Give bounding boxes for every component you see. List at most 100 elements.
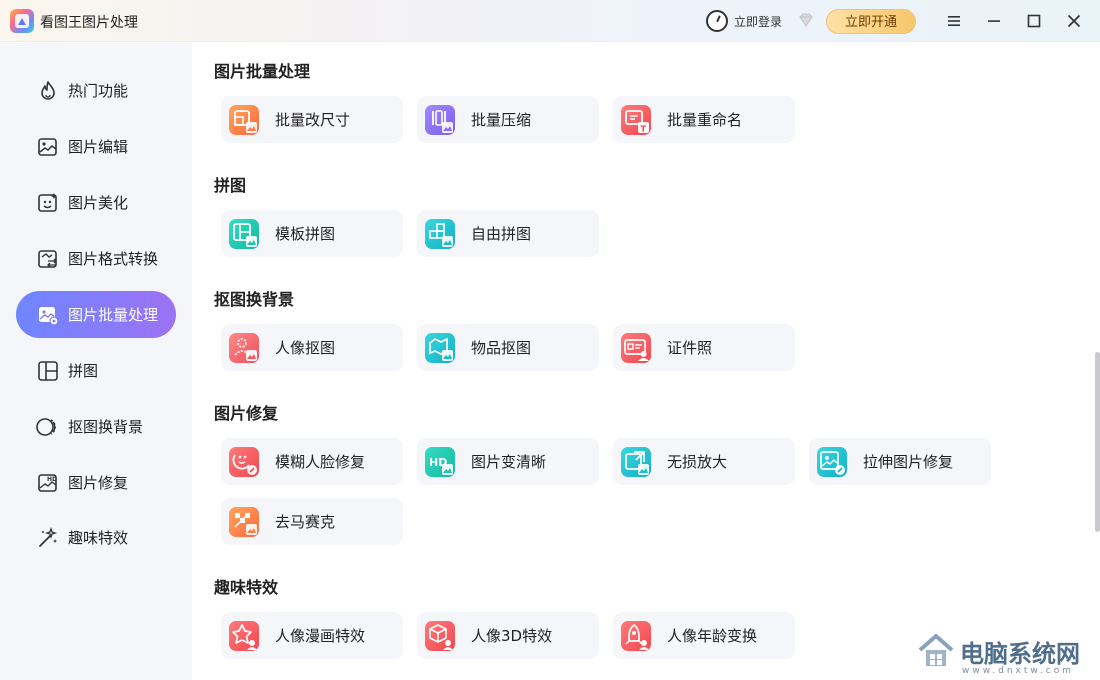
sidebar-item-repair[interactable]: HD 图片修复	[16, 459, 176, 506]
app-title: 看图王图片处理	[40, 15, 138, 31]
card-id-photo[interactable]: 证件照	[613, 324, 795, 371]
section-title: 趣味特效	[214, 578, 279, 597]
card-stretch-repair[interactable]: 拉伸图片修复	[809, 438, 991, 485]
sidebar-item-label: 拼图	[68, 362, 99, 380]
section-title: 抠图换背景	[214, 290, 295, 309]
demosaic-icon	[229, 506, 259, 537]
sidebar-item-label: 图片修复	[68, 474, 129, 492]
card-lossless-enlarge[interactable]: 无损放大	[613, 438, 795, 485]
resize-icon	[229, 104, 259, 135]
hd-icon: HD	[425, 446, 455, 477]
menu-icon[interactable]	[942, 9, 966, 33]
card-3d-effect[interactable]: 人像3D特效	[417, 612, 599, 659]
diamond-icon[interactable]	[797, 11, 815, 29]
minimize-icon[interactable]	[982, 9, 1006, 33]
card-portrait-cutout[interactable]: 人像抠图	[221, 324, 403, 371]
sidebar-item-effects[interactable]: 趣味特效	[16, 514, 176, 561]
card-batch-resize[interactable]: 批量改尺寸	[221, 96, 403, 143]
section-title: 图片修复	[214, 404, 279, 423]
sidebar-item-label: 图片编辑	[68, 138, 129, 156]
rename-icon: T	[621, 104, 651, 135]
open-vip-button[interactable]: 立即开通	[826, 9, 916, 34]
cutout-icon	[36, 415, 60, 439]
face-repair-icon	[229, 446, 259, 477]
sidebar-item-hot[interactable]: 热门功能	[16, 67, 176, 114]
card-label: 模糊人脸修复	[275, 453, 366, 471]
section-title: 图片批量处理	[214, 62, 311, 81]
card-batch-rename[interactable]: T 批量重命名	[613, 96, 795, 143]
card-age-change[interactable]: 人像年龄变换	[613, 612, 795, 659]
id-photo-icon	[621, 332, 651, 363]
age-change-icon	[621, 620, 651, 651]
collage-icon	[36, 359, 60, 383]
user-login-icon[interactable]	[706, 10, 728, 32]
sidebar-item-label: 趣味特效	[68, 529, 129, 547]
card-label: 物品抠图	[471, 339, 532, 357]
sidebar-item-label: 热门功能	[68, 82, 129, 100]
image-edit-icon	[36, 135, 60, 159]
card-label: 自由拼图	[471, 225, 532, 243]
card-label: 人像漫画特效	[275, 627, 366, 645]
watermark: 电脑系统网 www.dnxtw.com	[918, 630, 1098, 680]
card-label: 拉伸图片修复	[863, 453, 954, 471]
title-bar: 看图王图片处理 立即登录 立即开通	[0, 0, 1100, 42]
cartoon-icon	[229, 620, 259, 651]
card-label: 批量压缩	[471, 111, 532, 129]
portrait-cutout-icon	[229, 332, 259, 363]
login-link[interactable]: 立即登录	[734, 13, 782, 30]
section-title: 拼图	[214, 176, 247, 195]
card-label: 批量改尺寸	[275, 111, 351, 129]
sidebar-item-label: 抠图换背景	[68, 418, 144, 436]
svg-text:HD: HD	[47, 476, 57, 483]
maximize-icon[interactable]	[1022, 9, 1046, 33]
magic-effect-icon	[36, 526, 60, 550]
sidebar-item-label: 图片批量处理	[68, 306, 159, 324]
card-label: 人像年龄变换	[667, 627, 758, 645]
close-icon[interactable]	[1062, 9, 1086, 33]
sidebar: 热门功能 图片编辑 图片美化 图片格式转换 图片批量处理 拼图 抠图换背景 HD…	[0, 43, 192, 680]
sidebar-item-cutout[interactable]: 抠图换背景	[16, 403, 176, 450]
card-label: 批量重命名	[667, 111, 743, 129]
main-content: 图片批量处理 批量改尺寸 批量压缩 T 批量重命名 拼图 模板拼图 自由拼图 抠…	[192, 43, 1100, 680]
card-batch-compress[interactable]: 批量压缩	[417, 96, 599, 143]
flame-icon	[36, 79, 60, 103]
batch-process-icon	[36, 303, 60, 327]
card-label: 去马赛克	[275, 513, 336, 531]
card-label: 无损放大	[667, 453, 728, 471]
format-convert-icon	[36, 247, 60, 271]
card-template-collage[interactable]: 模板拼图	[221, 210, 403, 257]
sidebar-item-collage[interactable]: 拼图	[16, 347, 176, 394]
image-beautify-icon	[36, 191, 60, 215]
stretch-repair-icon	[817, 446, 847, 477]
card-label: 模板拼图	[275, 225, 336, 243]
card-object-cutout[interactable]: 物品抠图	[417, 324, 599, 371]
card-label: 证件照	[667, 339, 713, 357]
hd-repair-icon: HD	[36, 471, 60, 495]
compress-icon	[425, 104, 455, 135]
free-collage-icon	[425, 218, 455, 249]
card-label: 人像抠图	[275, 339, 336, 357]
house-logo-icon	[918, 634, 954, 666]
sidebar-item-label: 图片格式转换	[68, 250, 159, 268]
object-cutout-icon	[425, 332, 455, 363]
template-collage-icon	[229, 218, 259, 249]
enlarge-icon	[621, 446, 651, 477]
sidebar-item-batch[interactable]: 图片批量处理	[16, 291, 176, 338]
svg-text:T: T	[641, 124, 647, 133]
cube-3d-icon	[425, 620, 455, 651]
watermark-url: www.dnxtw.com	[962, 666, 1075, 676]
sidebar-item-beautify[interactable]: 图片美化	[16, 179, 176, 226]
sidebar-item-format[interactable]: 图片格式转换	[16, 235, 176, 282]
card-free-collage[interactable]: 自由拼图	[417, 210, 599, 257]
sidebar-item-edit[interactable]: 图片编辑	[16, 123, 176, 170]
card-label: 图片变清晰	[471, 453, 547, 471]
vertical-scrollbar[interactable]	[1095, 352, 1100, 532]
card-cartoon-effect[interactable]: 人像漫画特效	[221, 612, 403, 659]
card-face-repair[interactable]: 模糊人脸修复	[221, 438, 403, 485]
sidebar-item-label: 图片美化	[68, 194, 129, 212]
card-hd-enhance[interactable]: HD 图片变清晰	[417, 438, 599, 485]
card-label: 人像3D特效	[471, 627, 553, 645]
card-demosaic[interactable]: 去马赛克	[221, 498, 403, 545]
watermark-text: 电脑系统网	[960, 639, 1080, 668]
app-logo-icon	[10, 9, 34, 33]
